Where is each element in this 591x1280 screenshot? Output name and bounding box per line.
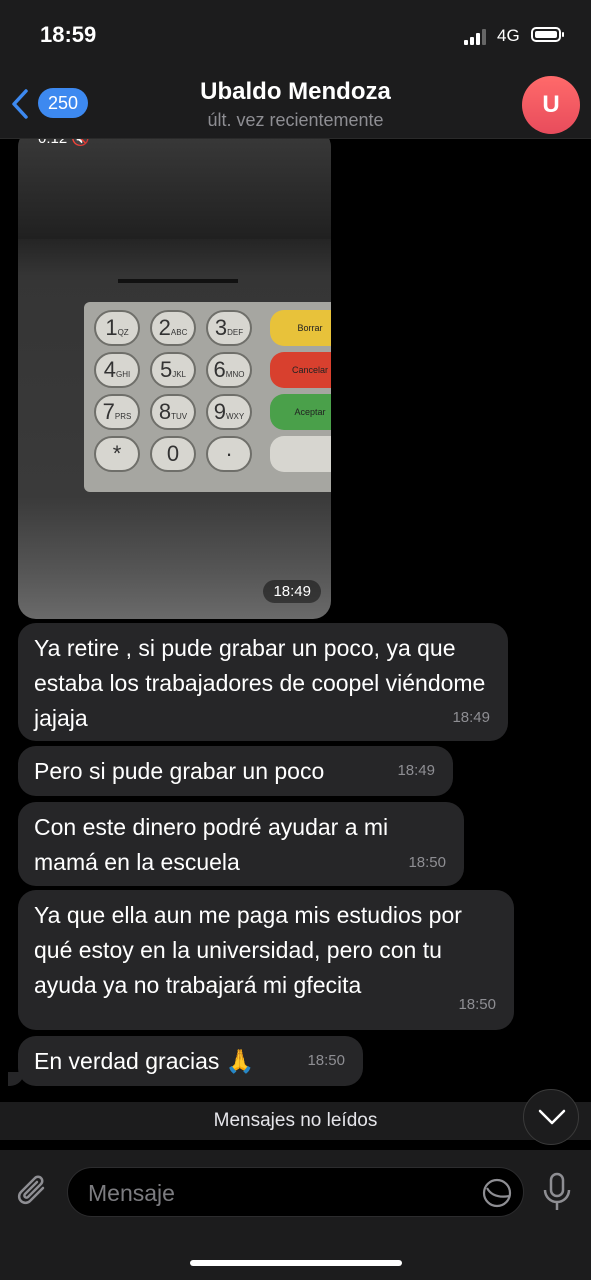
keypad-key: 7PRS (94, 394, 140, 430)
keypad-key: 9WXY (206, 394, 252, 430)
keypad-digit: 0 (166, 441, 180, 466)
video-duration: 0:12 🔇 (38, 139, 90, 147)
keypad-key: 6MNO (206, 352, 252, 388)
home-indicator[interactable] (190, 1260, 402, 1266)
unread-messages-divider: Mensajes no leídos (0, 1102, 591, 1140)
keypad-digit: 5 (159, 357, 173, 382)
signal-icon (464, 29, 490, 45)
message-text: Pero si pude grabar un poco (34, 758, 325, 784)
avatar[interactable]: U (522, 76, 580, 134)
atm-keypad-image: Borrar Cancelar Aceptar 1QZ 2ABC 3DEF 4GHI 5… (84, 302, 331, 492)
microphone-icon[interactable] (541, 1172, 573, 1212)
message-bubble[interactable]: Ya retire , si pude grabar un poco, ya q… (18, 623, 508, 741)
keypad-letters: MNO (225, 370, 245, 379)
last-seen-status: últ. vez recientemente (207, 110, 384, 130)
message-time: 18:50 (458, 996, 496, 1013)
keypad-digit: 7 (102, 399, 115, 424)
keypad-letters: PRS (114, 412, 132, 421)
chevron-down-icon (538, 1109, 566, 1125)
keypad-digit: 8 (158, 399, 172, 424)
keypad-key: 4GHI (94, 352, 140, 388)
atm-card-slot (118, 279, 238, 283)
keypad-letters: DEF (227, 328, 244, 337)
message-bubble[interactable]: En verdad gracias 🙏 18:50 (18, 1036, 363, 1086)
keypad-letters: JKL (172, 370, 187, 379)
paperclip-icon[interactable] (15, 1172, 51, 1210)
keypad-digit: 9 (213, 399, 226, 424)
keypad-digit: 1 (105, 315, 118, 340)
message-time: 18:50 (307, 1052, 345, 1069)
status-bar: 18:59 4G (0, 0, 591, 70)
keypad-blank-key (270, 436, 331, 472)
message-input[interactable] (86, 1168, 470, 1218)
chat-header: 250 Ubaldo Mendoza últ. vez recientement… (0, 70, 591, 139)
keypad-digit: 3 (214, 315, 228, 340)
message-text: Ya retire , si pude grabar un poco, ya q… (34, 635, 486, 731)
keypad-key: 1QZ (94, 310, 140, 346)
keypad-key: 0 (150, 436, 196, 472)
message-input-field[interactable] (67, 1167, 524, 1218)
keypad-key: * (94, 436, 140, 472)
contact-name[interactable]: Ubaldo Mendoza (0, 78, 591, 106)
keypad-letters: GHI (116, 370, 131, 379)
keypad-digit: 4 (103, 357, 116, 382)
keypad-key: 5JKL (150, 352, 196, 388)
battery-icon (531, 27, 564, 42)
keypad-cancelar-key: Cancelar (270, 352, 331, 388)
video-frame-top (18, 139, 331, 239)
keypad-key: 8TUV (150, 394, 196, 430)
keypad-letters: ABC (170, 328, 188, 337)
bubble-tail (8, 1072, 24, 1086)
keypad-borrar-key: Borrar (270, 310, 331, 346)
keypad-key: 2ABC (150, 310, 196, 346)
keypad-aceptar-key: Aceptar (270, 394, 331, 430)
message-text: Ya que ella aun me paga mis estudios por… (34, 902, 462, 998)
keypad-letters: QZ (117, 328, 129, 337)
video-message[interactable]: Borrar Cancelar Aceptar 1QZ 2ABC 3DEF 4GHI 5… (18, 139, 331, 619)
muted-icon: 🔇 (71, 139, 90, 147)
keypad-key: 3DEF (206, 310, 252, 346)
keypad-digit: · (225, 441, 233, 466)
message-time: 18:50 (408, 854, 446, 871)
message-bubble[interactable]: Pero si pude grabar un poco 18:49 (18, 746, 453, 796)
status-time: 18:59 (40, 22, 97, 47)
keypad-key: · (206, 436, 252, 472)
keypad-digit: 2 (158, 315, 171, 340)
sticker-icon[interactable] (481, 1177, 513, 1209)
message-time: 18:49 (452, 709, 490, 726)
message-list[interactable]: Borrar Cancelar Aceptar 1QZ 2ABC 3DEF 4GHI 5… (0, 139, 591, 1100)
video-timestamp: 18:49 (263, 580, 321, 603)
keypad-digit: * (112, 441, 122, 466)
keypad-letters: TUV (171, 412, 188, 421)
keypad-digit: 6 (213, 357, 226, 382)
message-time: 18:49 (397, 762, 435, 779)
network-type: 4G (497, 26, 520, 45)
keypad-letters: WXY (226, 412, 245, 421)
message-text: En verdad gracias 🙏 (34, 1048, 255, 1074)
message-text: Con este dinero podré ayudar a mi mamá e… (34, 814, 389, 875)
scroll-to-bottom-button[interactable] (523, 1089, 579, 1145)
message-bubble[interactable]: Ya que ella aun me paga mis estudios por… (18, 890, 514, 1030)
message-bubble[interactable]: Con este dinero podré ayudar a mi mamá e… (18, 802, 464, 886)
